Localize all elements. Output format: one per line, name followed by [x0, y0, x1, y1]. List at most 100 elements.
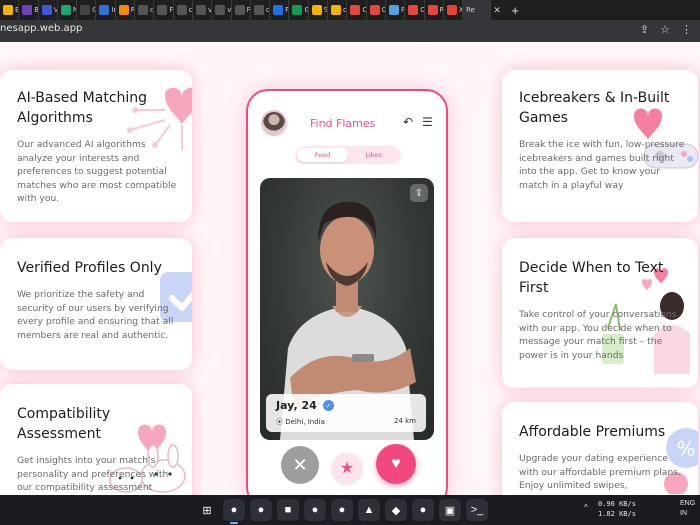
tab-favicon-icon	[80, 5, 91, 15]
taskbar-start-icon[interactable]: ⊞	[196, 499, 218, 521]
card-text: Take control of your conversations with …	[519, 309, 677, 361]
feature-card-ai: AI-Based Matching Algorithms Our advance…	[0, 70, 192, 222]
browser-tab-active[interactable]: Re	[463, 0, 492, 20]
taskbar-chrome-alt-icon[interactable]: ●	[250, 499, 272, 521]
bookmark-star-icon[interactable]: ☆	[660, 23, 670, 36]
browser-tab[interactable]: C	[405, 0, 425, 20]
tab-label: N	[72, 6, 77, 14]
browser-tab[interactable]: F	[154, 0, 174, 20]
share-icon[interactable]: ⇪	[640, 23, 649, 36]
browser-tab[interactable]: S	[309, 0, 329, 20]
heart-icon: ♥	[391, 455, 401, 472]
tab-label: V	[53, 6, 57, 14]
card-text: Get insights into your match's personali…	[17, 455, 169, 493]
language-indicator[interactable]: ENG IN	[680, 499, 695, 519]
tab-label: B	[15, 6, 19, 14]
browser-tab[interactable]: G	[289, 0, 309, 20]
feed-likes-toggle: Feed Likes	[295, 146, 401, 164]
verified-badge-icon: ✓	[323, 400, 334, 411]
windows-taskbar: ⊞ ● ● ■ ● ● ▲ ◆ ● ▣ >_ ^ 0.96 KB/s 1.82 KB/s ENG I…	[0, 495, 700, 525]
browser-tab[interactable]: X	[444, 0, 464, 20]
feature-card-compatibility: Compatibility Assessment Get insights in…	[0, 384, 192, 495]
tab-label: G	[92, 6, 96, 14]
net-down-text: 1.82 KB/s	[598, 510, 636, 518]
page-content: AI-Based Matching Algorithms Our advance…	[0, 42, 700, 495]
tab-likes[interactable]: Likes	[348, 148, 399, 162]
browser-tab[interactable]: c	[174, 0, 193, 20]
chevron-up-icon[interactable]: ^	[584, 503, 588, 512]
taskbar-vscode-icon[interactable]: ◆	[385, 499, 407, 521]
browser-tab[interactable]: R	[116, 0, 136, 20]
browser-tab[interactable]: C	[367, 0, 386, 20]
browser-tab[interactable]: B	[0, 0, 20, 20]
more-menu-icon[interactable]: ⋮	[681, 23, 692, 36]
avatar[interactable]	[261, 110, 287, 136]
tab-favicon-icon	[350, 5, 361, 15]
browser-tab[interactable]: Ir	[96, 0, 116, 20]
taskbar-app-red-icon[interactable]: ●	[331, 499, 353, 521]
browser-tab[interactable]: c	[251, 0, 271, 20]
taskbar-app-green-icon[interactable]: ●	[412, 499, 434, 521]
tab-favicon-icon	[138, 5, 149, 15]
undo-icon[interactable]: ↶	[403, 115, 413, 129]
tab-label: v	[227, 6, 231, 14]
card-title: Icebreakers & In-Built Games	[519, 90, 670, 126]
tab-favicon-icon	[311, 5, 322, 15]
browser-tab[interactable]: d	[328, 0, 348, 20]
browser-tab[interactable]: R	[425, 0, 444, 20]
browser-tab[interactable]: C	[347, 0, 367, 20]
profile-name-age: Jay, 24	[276, 399, 317, 412]
tab-feed[interactable]: Feed	[297, 148, 348, 162]
card-title: Affordable Premiums	[519, 424, 666, 440]
profile-photo[interactable]: ⇪ Jay, 24 ✓ ⦿ Delhi, India 24 km	[260, 178, 434, 440]
browser-tab[interactable]: G	[77, 0, 97, 20]
tab-favicon-icon	[99, 5, 110, 15]
browser-tab[interactable]: v	[212, 0, 232, 20]
taskbar-chrome-icon[interactable]: ●	[223, 499, 245, 524]
superlike-button[interactable]: ★	[332, 453, 362, 483]
tab-label: S	[323, 6, 328, 14]
lang-primary: ENG	[680, 500, 696, 507]
close-icon: ✕	[292, 454, 308, 475]
share-icon[interactable]: ⇪	[410, 184, 428, 202]
browser-tab[interactable]: V	[39, 0, 58, 20]
browser-tab[interactable]: R	[386, 0, 406, 20]
taskbar-whatsapp-icon[interactable]: ●	[304, 499, 326, 521]
tab-favicon-icon	[118, 5, 129, 15]
browser-tab[interactable]: F	[232, 0, 251, 20]
tab-favicon-icon	[41, 5, 52, 15]
taskbar-files-icon[interactable]: ■	[277, 499, 299, 521]
star-icon: ★	[339, 460, 355, 477]
url-text[interactable]: nesapp.web.app	[0, 23, 82, 34]
browser-tab[interactable]: v	[193, 0, 213, 20]
like-button[interactable]: ♥	[376, 444, 416, 484]
card-title: Verified Profiles Only	[17, 260, 162, 276]
tab-favicon-icon	[408, 5, 419, 15]
card-text: Upgrade your dating experience with our …	[519, 453, 681, 491]
tab-label: R	[439, 6, 443, 14]
taskbar-app-dark-icon[interactable]: ▣	[439, 499, 461, 521]
filter-sliders-icon[interactable]: ☰	[422, 115, 433, 129]
tab-label: B	[34, 6, 38, 14]
location-pin-icon: ⦿	[276, 418, 283, 426]
tab-favicon-icon	[234, 5, 245, 15]
browser-tab[interactable]: P	[270, 0, 290, 20]
reject-button[interactable]: ✕	[281, 446, 319, 484]
tab-label: R	[400, 6, 405, 14]
browser-tab[interactable]: N	[58, 0, 78, 20]
tab-favicon-icon	[292, 5, 303, 15]
card-title: AI-Based Matching Algorithms	[17, 90, 148, 126]
tab-label: X	[458, 6, 463, 14]
tab-favicon-icon	[176, 5, 187, 15]
tab-label: Ir	[111, 6, 114, 14]
tab-favicon-icon	[446, 5, 457, 15]
profile-distance: 24 km	[393, 417, 416, 425]
tab-favicon-icon	[60, 5, 71, 15]
browser-tab[interactable]: B	[19, 0, 39, 20]
close-tab-icon[interactable]: ✕	[491, 5, 503, 16]
taskbar-app-blue-icon[interactable]: ▲	[358, 499, 380, 521]
tab-label: c	[150, 6, 154, 14]
taskbar-terminal-icon[interactable]: >_	[466, 499, 488, 521]
new-tab-icon[interactable]: +	[507, 3, 523, 18]
browser-tab[interactable]: c	[135, 0, 155, 20]
